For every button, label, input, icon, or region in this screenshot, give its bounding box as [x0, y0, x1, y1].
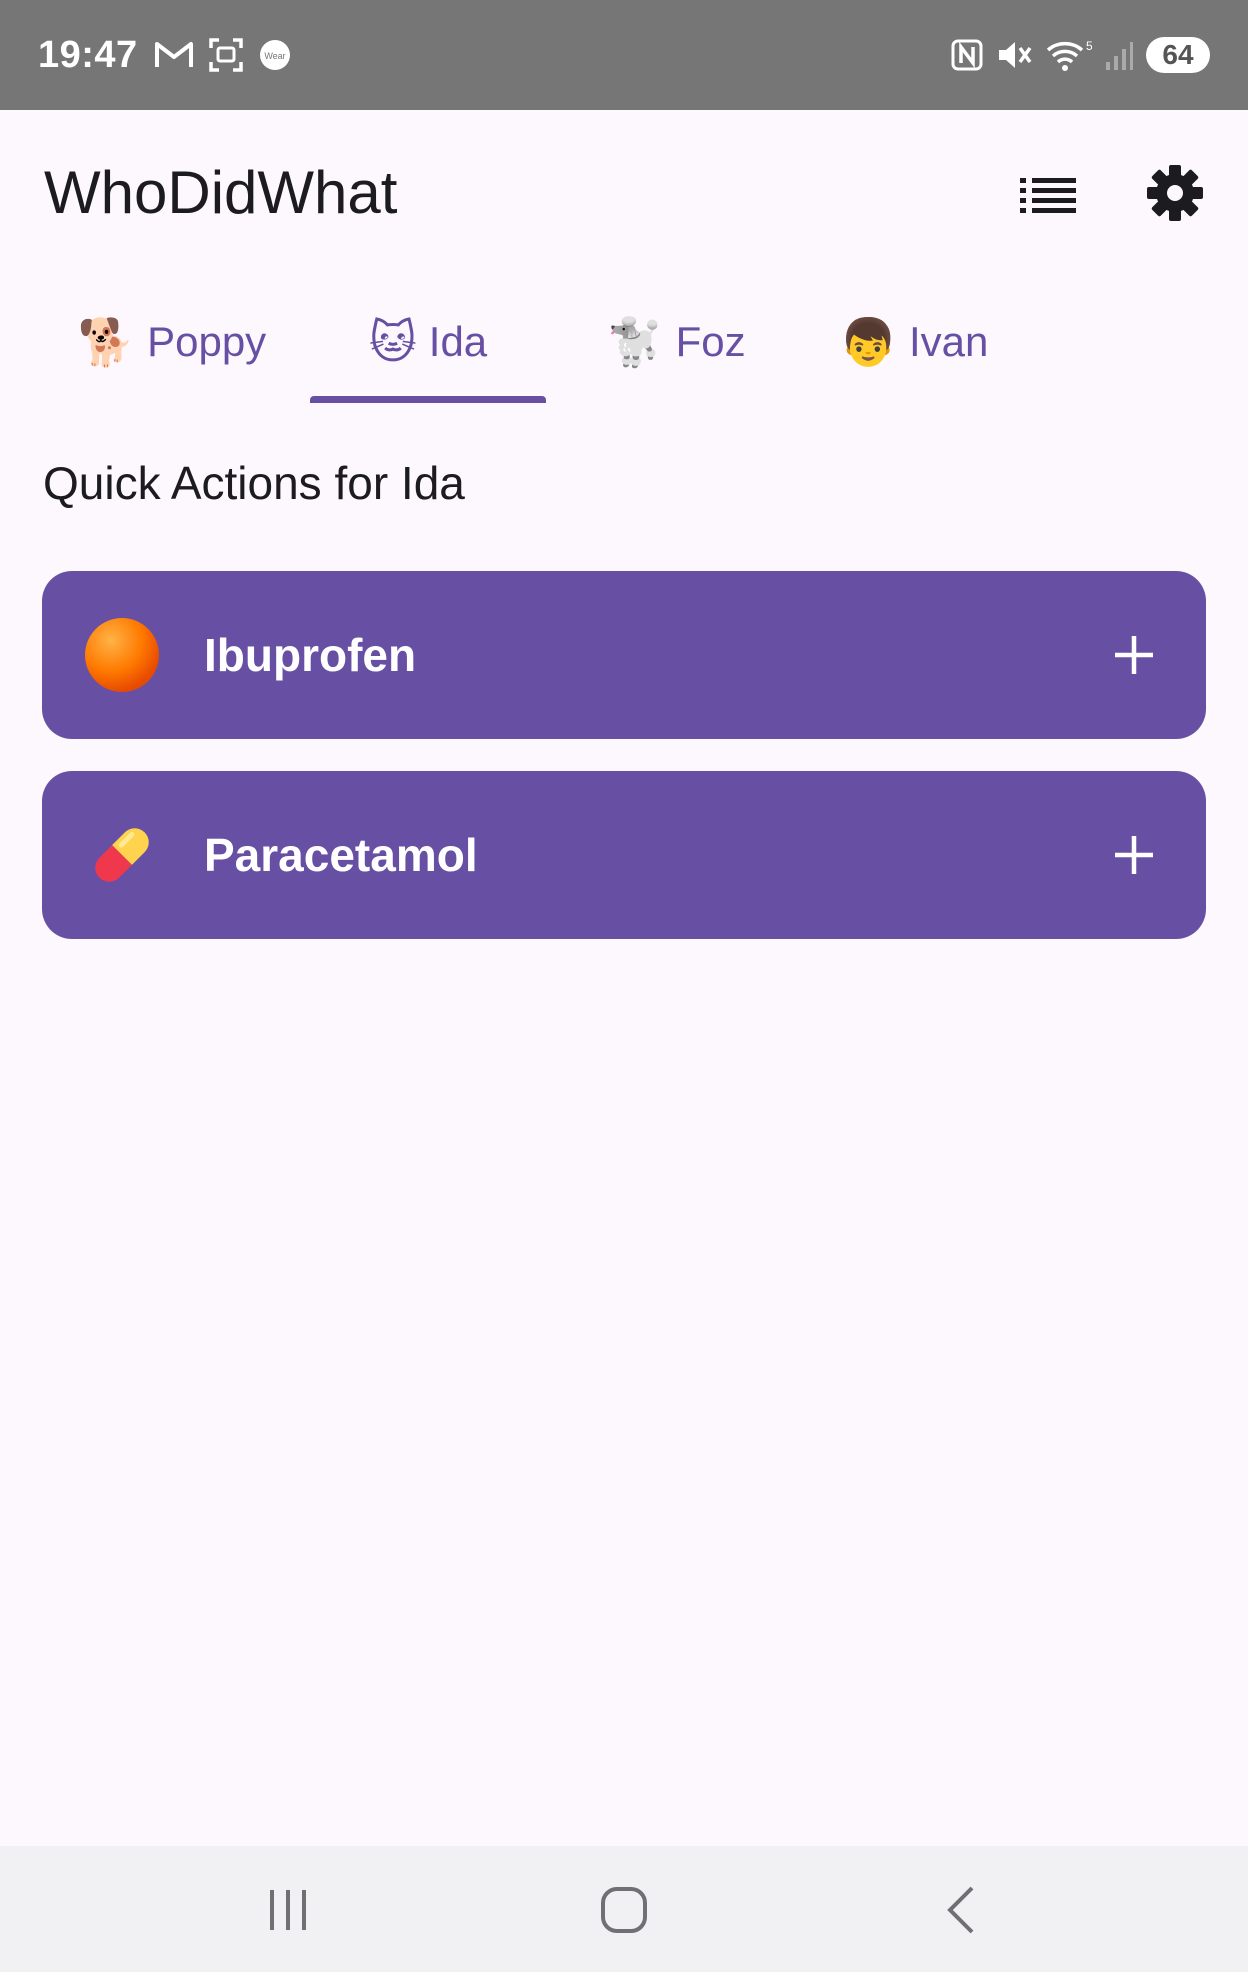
- person-tabs: 🐕 Poppy 🐱 Ida 🐩 Foz 👦 Ivan: [0, 290, 1248, 406]
- plus-icon[interactable]: [1112, 833, 1156, 877]
- signal-icon: [1104, 38, 1134, 72]
- mute-icon: [996, 38, 1034, 72]
- pill-icon: [84, 817, 160, 893]
- home-icon[interactable]: [594, 1880, 654, 1940]
- wifi-badge: 5: [1086, 39, 1092, 53]
- gear-icon[interactable]: [1146, 164, 1204, 222]
- boy-icon: 👦: [839, 314, 897, 369]
- tab-foz[interactable]: 🐩 Foz: [578, 290, 774, 394]
- action-label: Ibuprofen: [204, 629, 417, 681]
- tab-ida[interactable]: 🐱 Ida: [310, 290, 546, 394]
- status-time: 19:47: [38, 33, 138, 76]
- recents-icon[interactable]: [258, 1880, 318, 1940]
- status-right-icons: 5 64: [950, 37, 1210, 73]
- tab-indicator: [310, 396, 546, 403]
- action-card-ibuprofen[interactable]: Ibuprofen: [42, 571, 1206, 739]
- status-bar: 19:47 Wear 5 64: [0, 0, 1248, 110]
- list-icon[interactable]: [1018, 172, 1078, 218]
- section-title: Quick Actions for Ida: [43, 457, 465, 509]
- wifi-icon: 5: [1046, 38, 1092, 72]
- dog-icon: 🐕: [77, 314, 136, 369]
- wear-icon: Wear: [258, 38, 292, 72]
- gmail-icon: [154, 40, 194, 70]
- poodle-icon: 🐩: [606, 314, 664, 369]
- back-icon[interactable]: [930, 1880, 990, 1940]
- wear-label: Wear: [264, 51, 285, 61]
- plus-icon[interactable]: [1112, 633, 1156, 677]
- status-left-icons: Wear: [154, 37, 292, 73]
- action-card-paracetamol[interactable]: Paracetamol: [42, 771, 1206, 939]
- tab-label: Ida: [428, 318, 488, 365]
- tab-ivan[interactable]: 👦 Ivan: [808, 290, 1020, 394]
- tab-label: Foz: [675, 318, 746, 365]
- system-nav-bar: [0, 1846, 1248, 1972]
- tab-label: Ivan: [908, 318, 989, 365]
- cat-icon: 🐱: [368, 315, 417, 369]
- tab-label: Poppy: [147, 318, 267, 365]
- orange-circle-icon: [84, 617, 160, 693]
- battery-indicator: 64: [1146, 37, 1210, 73]
- app-title: WhoDidWhat: [44, 159, 398, 226]
- nfc-icon: [950, 38, 984, 72]
- action-label: Paracetamol: [204, 829, 478, 881]
- screenshot-icon: [208, 37, 244, 73]
- tab-poppy[interactable]: 🐕 Poppy: [62, 290, 282, 394]
